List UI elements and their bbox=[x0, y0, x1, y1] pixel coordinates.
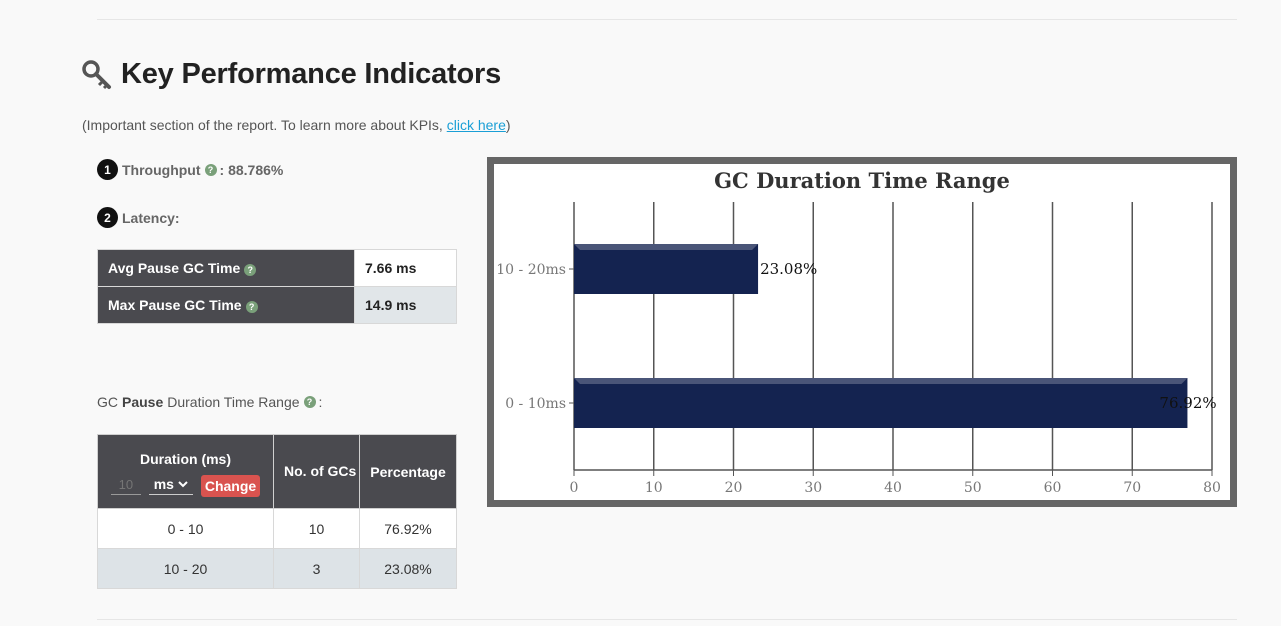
section-header: Key Performance Indicators bbox=[82, 58, 501, 91]
avg-pause-value: 7.66 ms bbox=[354, 249, 457, 287]
data-label: 76.92% bbox=[1159, 394, 1216, 412]
latency-row: 2 Latency: bbox=[97, 207, 180, 228]
percentage-cell: 23.08% bbox=[359, 548, 457, 589]
help-icon[interactable]: ? bbox=[303, 396, 316, 408]
table-row: Max Pause GC Time? 14.9 ms bbox=[97, 286, 457, 324]
x-tick-label: 50 bbox=[964, 480, 982, 496]
chart-title: GC Duration Time Range bbox=[714, 168, 1010, 193]
latency-label: Latency: bbox=[122, 209, 180, 226]
kpi-note: (Important section of the report. To lea… bbox=[82, 117, 511, 133]
note-prefix: (Important section of the report. To lea… bbox=[82, 117, 447, 133]
gc-duration-chart: GC Duration Time Range 0 10 20 30 40 50 60 70 80 0… bbox=[496, 168, 1221, 496]
duration-controls: ms Change bbox=[98, 474, 273, 497]
help-icon[interactable]: ? bbox=[245, 301, 258, 313]
unit-selected-value: ms bbox=[153, 476, 174, 492]
range-colon: : bbox=[318, 394, 323, 410]
key-icon bbox=[82, 59, 111, 89]
pause-range-heading: GC Pause Duration Time Range ?: bbox=[97, 394, 322, 410]
throughput-label: Throughput bbox=[122, 161, 201, 178]
bottom-divider bbox=[97, 619, 1237, 620]
max-pause-label: Max Pause GC Time bbox=[108, 297, 242, 313]
y-tick-label: 0 - 10ms bbox=[505, 396, 566, 412]
throughput-number-badge: 1 bbox=[97, 159, 118, 180]
bar-bevel bbox=[574, 378, 1188, 384]
avg-pause-label: Avg Pause GC Time bbox=[108, 260, 241, 276]
note-suffix: ) bbox=[505, 117, 511, 133]
duration-header-label: Duration (ms) bbox=[140, 450, 231, 467]
x-tick-label: 0 bbox=[570, 480, 579, 496]
chart-panel: GC Duration Time Range 0 10 20 30 40 50 60 70 80 0… bbox=[494, 164, 1230, 500]
duration-header: Duration (ms) ms Change bbox=[97, 434, 274, 509]
gc-count-header: No. of GCs bbox=[273, 434, 360, 509]
max-pause-value: 14.9 ms bbox=[354, 286, 457, 324]
range-cell: 10 - 20 bbox=[97, 548, 274, 589]
table-row: 0 - 10 10 76.92% bbox=[97, 508, 457, 549]
data-label: 23.08% bbox=[760, 260, 817, 278]
range-suffix: Duration Time Range bbox=[167, 394, 300, 410]
x-tick-label: 40 bbox=[884, 480, 902, 496]
unit-select[interactable]: ms bbox=[148, 476, 193, 495]
throughput-row: 1 Throughput ? : 88.786% bbox=[97, 159, 283, 180]
x-tick-label: 10 bbox=[645, 480, 663, 496]
x-tick-label: 30 bbox=[804, 480, 822, 496]
y-tick-label: 10 - 20ms bbox=[496, 262, 566, 278]
help-icon[interactable]: ? bbox=[204, 163, 217, 176]
range-cell: 0 - 10 bbox=[97, 508, 274, 549]
duration-input[interactable] bbox=[110, 476, 141, 495]
page-title: Key Performance Indicators bbox=[121, 58, 501, 90]
count-cell: 3 bbox=[273, 548, 360, 589]
bar bbox=[574, 244, 759, 294]
help-icon[interactable]: ? bbox=[244, 264, 257, 276]
avg-pause-label-cell: Avg Pause GC Time? bbox=[97, 249, 355, 287]
click-here-link[interactable]: click here bbox=[447, 117, 506, 133]
chevron-down-icon bbox=[178, 480, 188, 487]
table-header-row: Duration (ms) ms Change No. of GCs Perce… bbox=[97, 434, 457, 509]
latency-number-badge: 2 bbox=[97, 207, 118, 228]
x-tick-label: 20 bbox=[725, 480, 743, 496]
x-tick-label: 70 bbox=[1123, 480, 1141, 496]
range-prefix: GC bbox=[97, 394, 118, 410]
top-divider bbox=[97, 19, 1237, 20]
x-tick-label: 80 bbox=[1203, 480, 1221, 496]
duration-table: Duration (ms) ms Change No. of GCs Perce… bbox=[97, 434, 457, 589]
percentage-header: Percentage bbox=[359, 434, 457, 509]
x-tick-label: 60 bbox=[1044, 480, 1062, 496]
change-button[interactable]: Change bbox=[200, 474, 261, 497]
bar-bevel bbox=[574, 244, 759, 250]
throughput-value: : 88.786% bbox=[219, 161, 284, 178]
percentage-cell: 76.92% bbox=[359, 508, 457, 549]
max-pause-label-cell: Max Pause GC Time? bbox=[97, 286, 355, 324]
chart-frame: GC Duration Time Range 0 10 20 30 40 50 60 70 80 0… bbox=[487, 157, 1237, 507]
count-cell: 10 bbox=[273, 508, 360, 549]
range-bold: Pause bbox=[122, 394, 164, 410]
table-row: 10 - 20 3 23.08% bbox=[97, 548, 457, 589]
latency-table: Avg Pause GC Time? 7.66 ms Max Pause GC … bbox=[97, 249, 457, 324]
bar bbox=[574, 378, 1188, 428]
table-row: Avg Pause GC Time? 7.66 ms bbox=[97, 249, 457, 287]
